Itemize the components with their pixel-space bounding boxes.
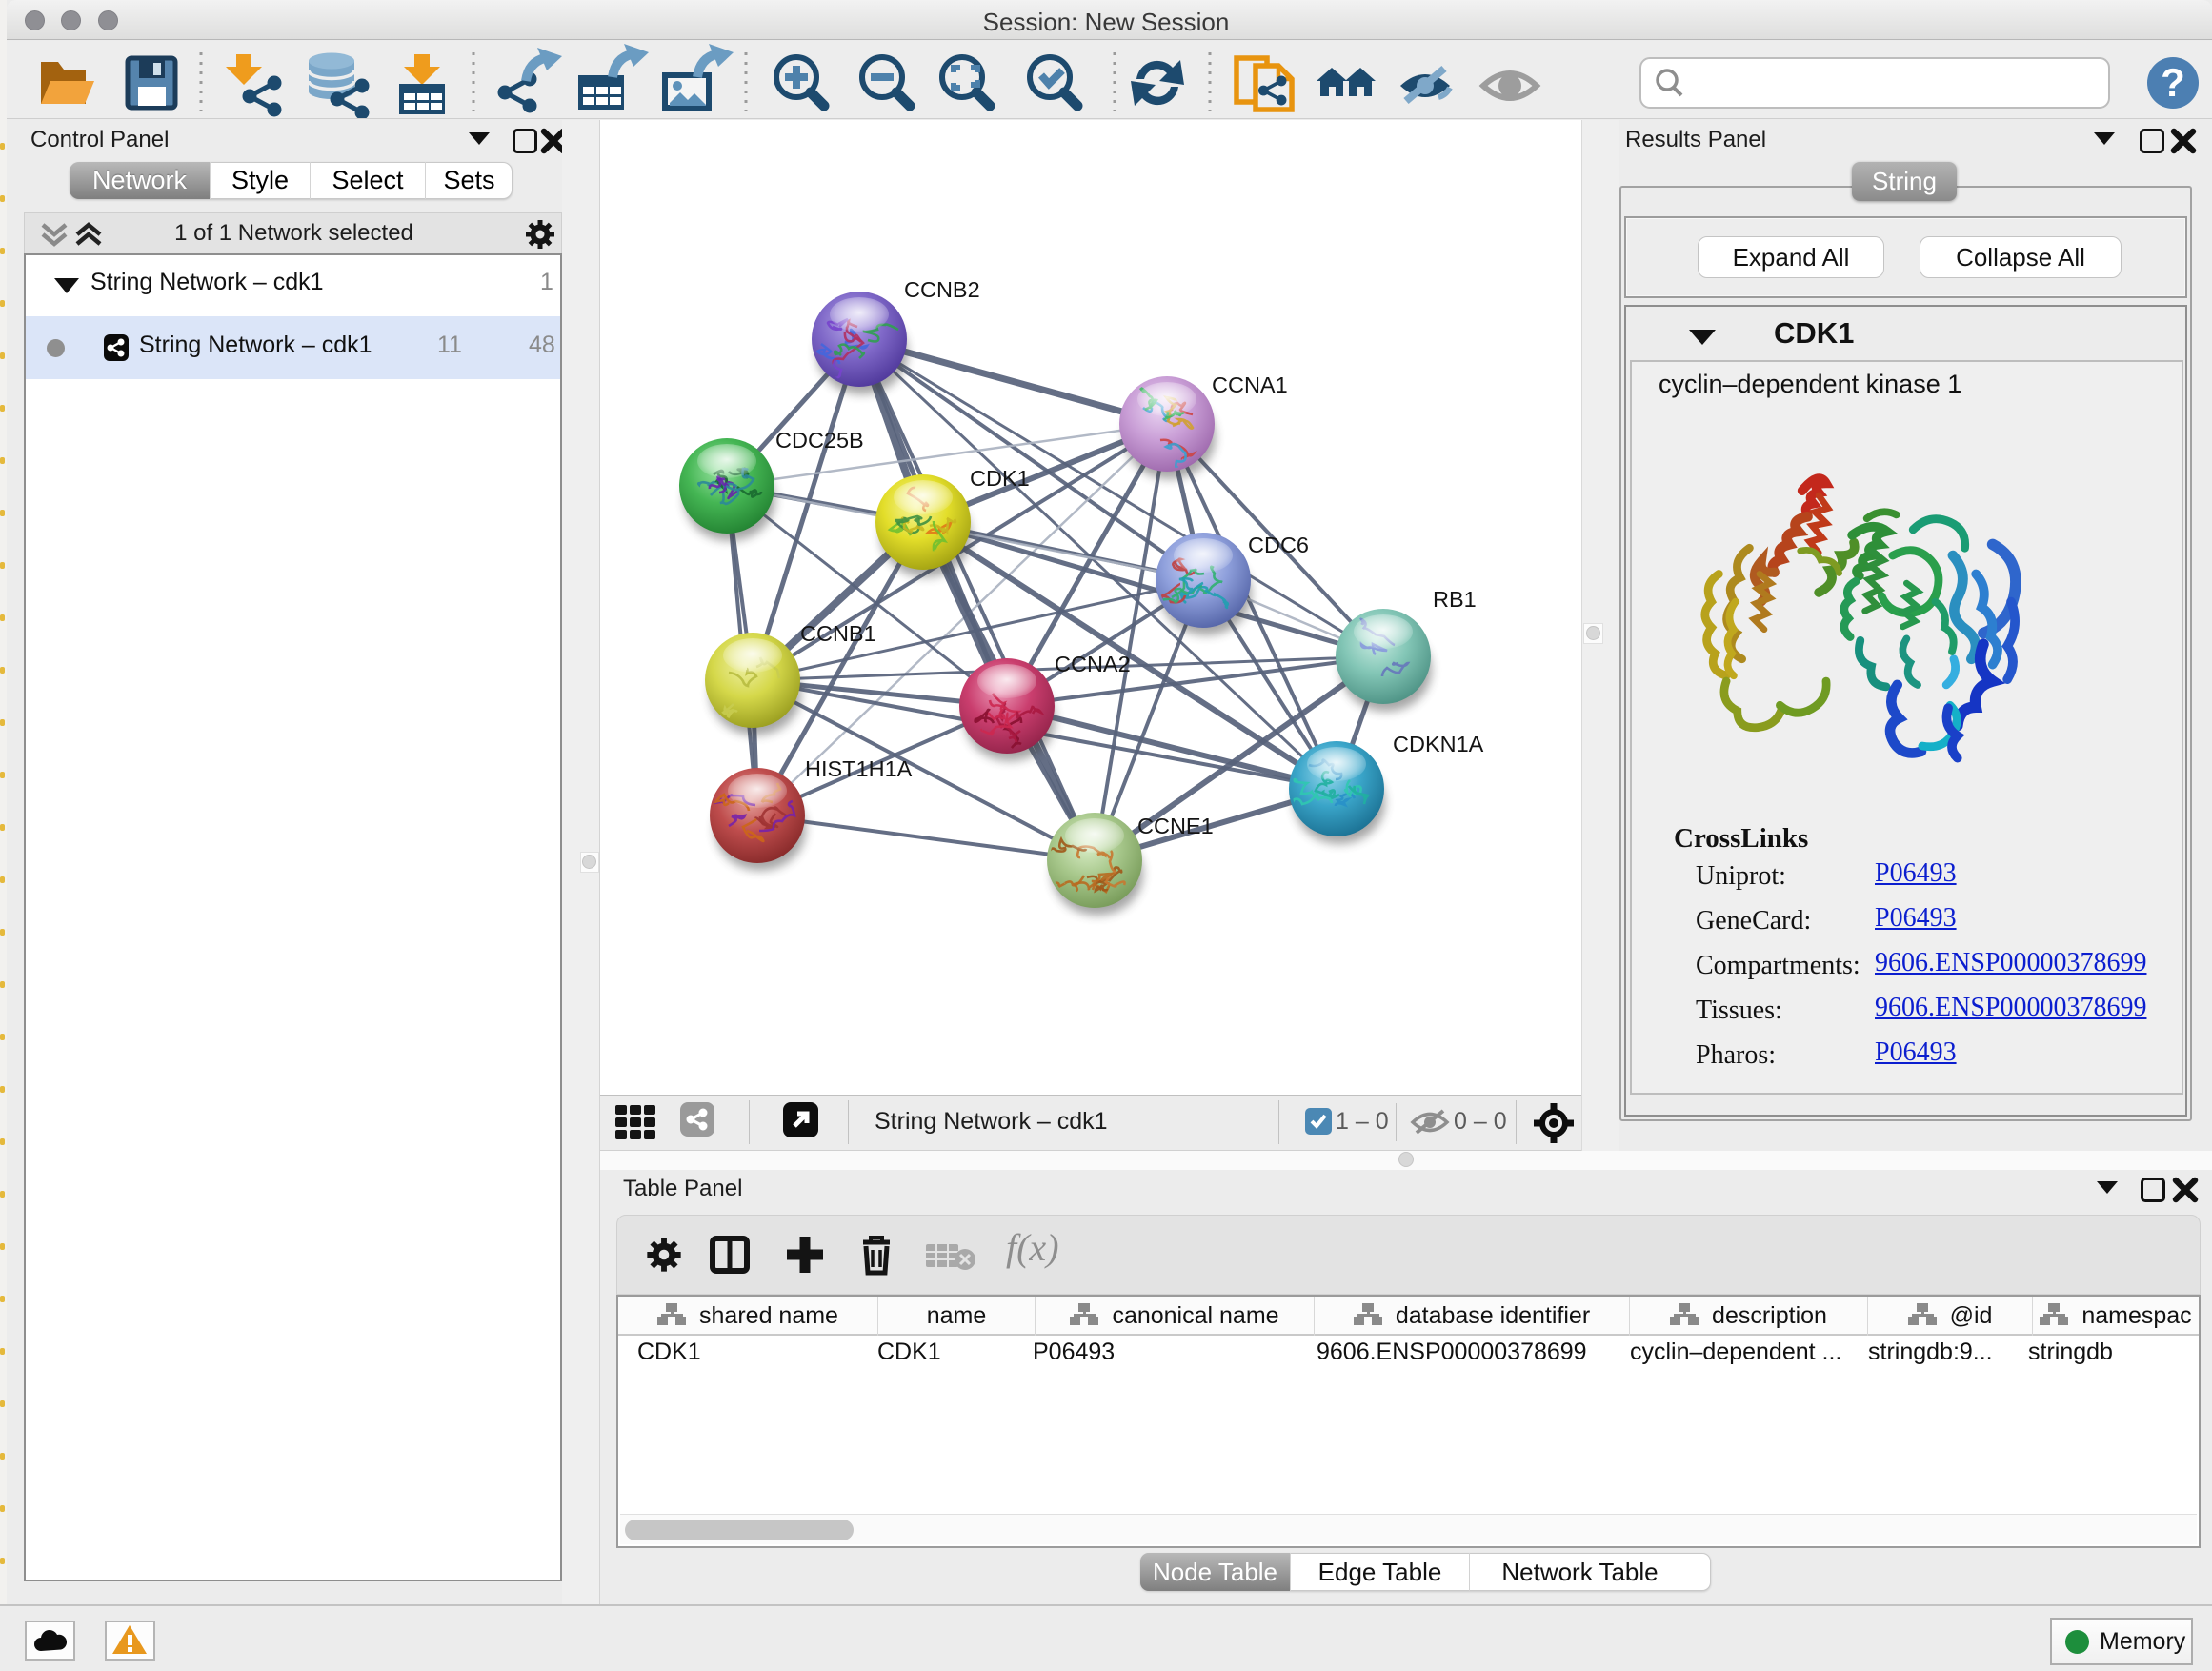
svg-text:?: ? <box>2161 60 2185 105</box>
svg-text:CCNA1: CCNA1 <box>1212 372 1288 397</box>
svg-text:CCNB1: CCNB1 <box>800 621 876 646</box>
svg-text:CCNA2: CCNA2 <box>1055 652 1131 676</box>
svg-text:HIST1H1A: HIST1H1A <box>805 756 913 781</box>
svg-text:CDC25B: CDC25B <box>775 428 864 453</box>
svg-text:CCNE1: CCNE1 <box>1137 814 1214 838</box>
svg-text:CDC6: CDC6 <box>1248 533 1309 557</box>
svg-text:CDKN1A: CDKN1A <box>1393 732 1484 756</box>
svg-text:CCNB2: CCNB2 <box>904 277 980 302</box>
svg-text:RB1: RB1 <box>1433 587 1477 612</box>
svg-text:CDK1: CDK1 <box>970 466 1030 491</box>
